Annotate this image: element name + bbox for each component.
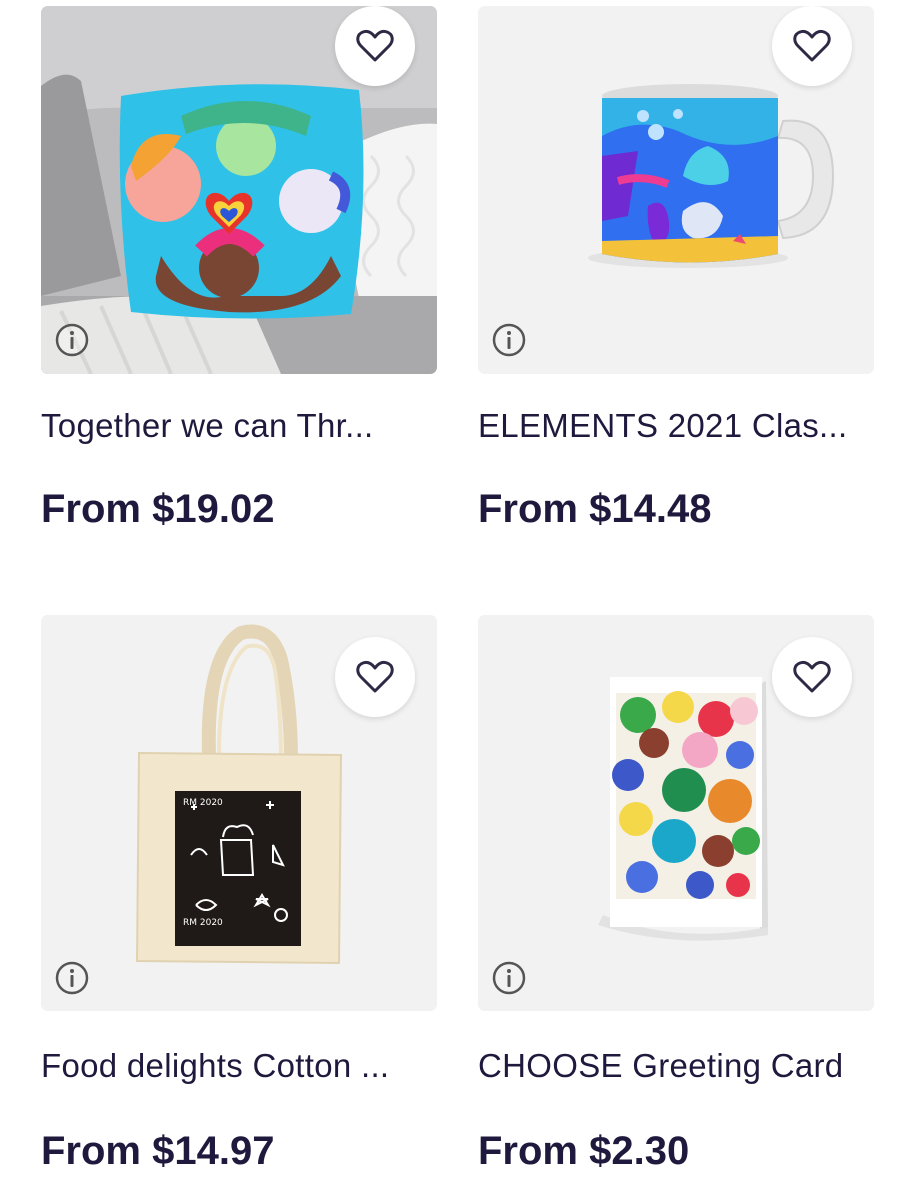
product-image[interactable] xyxy=(478,6,874,374)
product-image[interactable] xyxy=(478,615,874,1011)
info-button[interactable] xyxy=(54,960,90,996)
product-title[interactable]: CHOOSE Greeting Card xyxy=(478,1046,874,1086)
svg-text:RM 2020: RM 2020 xyxy=(183,798,223,808)
product-price: From $14.97 xyxy=(41,1129,275,1173)
product-image[interactable]: RM 2020 RM 2020 xyxy=(41,615,437,1011)
product-price: From $19.02 xyxy=(41,487,275,531)
product-title[interactable]: Together we can Thr... xyxy=(41,406,437,446)
product-title[interactable]: Food delights Cotton ... xyxy=(41,1046,437,1086)
favorite-button[interactable] xyxy=(335,637,415,717)
product-title[interactable]: ELEMENTS 2021 Clas... xyxy=(478,406,874,446)
product-card[interactable]: CHOOSE Greeting Card From $2.30 xyxy=(478,615,874,1174)
product-card[interactable]: ELEMENTS 2021 Clas... From $14.48 xyxy=(478,6,874,532)
heart-outline-icon xyxy=(356,660,394,693)
favorite-button[interactable] xyxy=(772,637,852,717)
product-card[interactable]: Together we can Thr... From $19.02 xyxy=(41,6,437,532)
info-circle-icon xyxy=(55,961,89,995)
info-circle-icon xyxy=(492,961,526,995)
info-button[interactable] xyxy=(491,322,527,358)
info-circle-icon xyxy=(55,323,89,357)
info-button[interactable] xyxy=(491,960,527,996)
product-price: From $14.48 xyxy=(478,487,712,531)
svg-text:RM 2020: RM 2020 xyxy=(183,918,223,928)
product-card[interactable]: RM 2020 RM 2020 Food delights Cotton ...… xyxy=(41,615,437,1174)
info-circle-icon xyxy=(492,323,526,357)
heart-outline-icon xyxy=(356,29,394,62)
heart-outline-icon xyxy=(793,660,831,693)
favorite-button[interactable] xyxy=(772,6,852,86)
heart-outline-icon xyxy=(793,29,831,62)
info-button[interactable] xyxy=(54,322,90,358)
favorite-button[interactable] xyxy=(335,6,415,86)
product-image[interactable] xyxy=(41,6,437,374)
product-price: From $2.30 xyxy=(478,1129,690,1173)
